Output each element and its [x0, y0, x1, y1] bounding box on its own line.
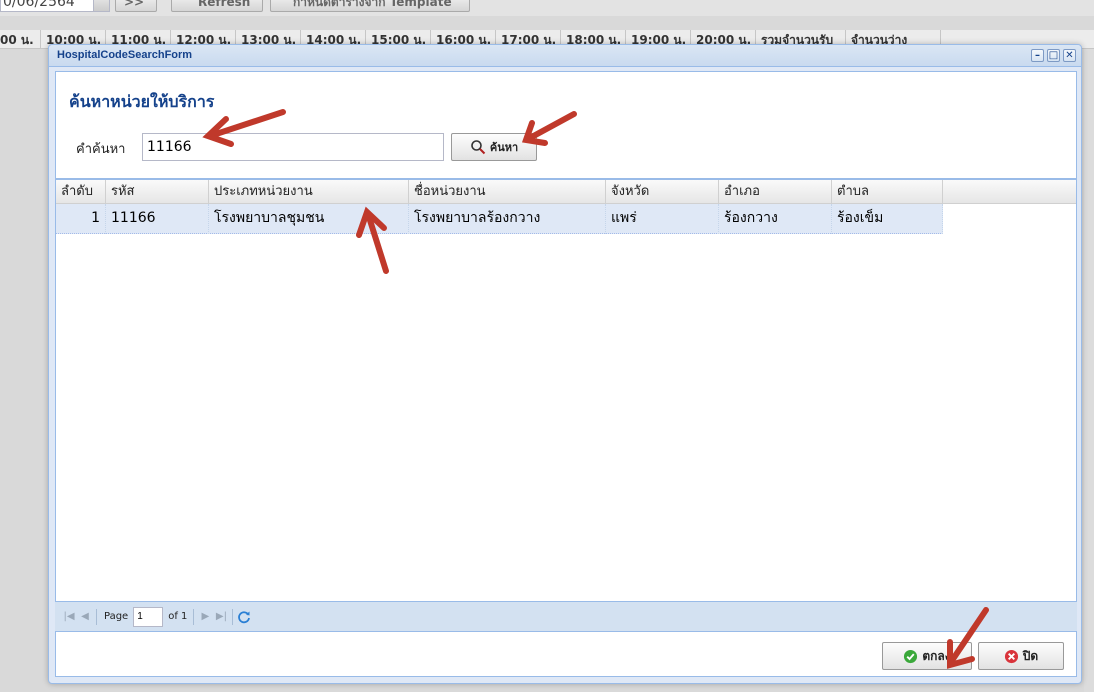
maximize-icon[interactable]: □ — [1047, 49, 1060, 62]
results-grid: ลำดับ รหัส ประเภทหน่วยงาน ชื่อหน่วยงาน จ… — [55, 179, 1077, 631]
background-next-button[interactable]: >> — [115, 0, 157, 12]
table-row[interactable]: 1 11166 โรงพยาบาลชุมชน โรงพยาบาลร้องกวาง… — [56, 204, 943, 234]
background-date-trigger[interactable] — [93, 0, 110, 12]
close-button[interactable]: ปิด — [978, 642, 1064, 670]
search-panel: ค้นหาหน่วยให้บริการ คำค้นหา ค้นหา — [55, 71, 1077, 179]
cell-name: โรงพยาบาลร้องกวาง — [409, 204, 606, 234]
window-header[interactable]: HospitalCodeSearchForm – □ ✕ — [49, 45, 1081, 67]
background-refresh-label: Refresh — [198, 0, 251, 9]
last-page-icon[interactable]: ▶| — [213, 609, 229, 625]
window-footer: ตกลง ปิด — [55, 631, 1077, 677]
first-page-icon[interactable]: |◀ — [61, 609, 77, 625]
ok-button[interactable]: ตกลง — [882, 642, 972, 670]
cell-province: แพร่ — [606, 204, 719, 234]
cell-district: ร้องกวาง — [719, 204, 832, 234]
paging-toolbar: |◀ ◀ Page of 1 ▶ ▶| — [55, 601, 1077, 631]
next-page-icon[interactable]: ▶ — [197, 609, 213, 625]
column-header-subdistrict[interactable]: ตำบล — [832, 180, 943, 204]
search-button-label: ค้นหา — [489, 141, 519, 154]
column-header-no[interactable]: ลำดับ — [56, 180, 106, 204]
column-header-name[interactable]: ชื่อหน่วยงาน — [409, 180, 606, 204]
cell-type: โรงพยาบาลชุมชน — [209, 204, 409, 234]
background-template-label: กำหนดตารางจาก Template — [293, 0, 452, 9]
minimize-icon[interactable]: – — [1031, 49, 1044, 62]
search-input[interactable] — [142, 133, 444, 161]
prev-page-icon[interactable]: ◀ — [77, 609, 93, 625]
pager-separator — [232, 608, 234, 625]
check-icon — [904, 649, 918, 663]
pager-separator — [193, 608, 195, 625]
search-button[interactable]: ค้นหา — [451, 133, 537, 161]
cancel-icon — [1004, 649, 1018, 663]
background-template-button[interactable]: กำหนดตารางจาก Template — [270, 0, 470, 12]
column-header-province[interactable]: จังหวัด — [606, 180, 719, 204]
cell-code: 11166 — [106, 204, 209, 234]
column-header-district[interactable]: อำเภอ — [719, 180, 832, 204]
hour-col: 00 น. — [0, 30, 41, 48]
hospital-code-search-window: HospitalCodeSearchForm – □ ✕ ค้นหาหน่วยใ… — [48, 44, 1082, 684]
page-number-input[interactable] — [133, 606, 164, 627]
background-toolbar: 0/06/2564 >> Refresh กำหนดตารางจาก Templ… — [0, 0, 1094, 16]
refresh-icon[interactable] — [236, 609, 252, 625]
background-refresh-button[interactable]: Refresh — [171, 0, 263, 12]
ok-button-label: ตกลง — [922, 648, 951, 663]
cell-no: 1 — [56, 204, 106, 234]
search-icon — [471, 140, 486, 155]
cell-subdistrict: ร้องเข็ม — [832, 204, 943, 234]
close-icon[interactable]: ✕ — [1063, 49, 1076, 62]
page-title: ค้นหาหน่วยให้บริการ — [69, 92, 215, 111]
grid-header: ลำดับ รหัส ประเภทหน่วยงาน ชื่อหน่วยงาน จ… — [56, 180, 1076, 204]
pager-separator — [96, 608, 97, 625]
page-count-label: of 1 — [168, 611, 188, 622]
search-label: คำค้นหา — [76, 142, 126, 157]
column-header-code[interactable]: รหัส — [106, 180, 209, 204]
column-header-type[interactable]: ประเภทหน่วยงาน — [209, 180, 409, 204]
window-title: HospitalCodeSearchForm — [57, 49, 193, 61]
close-button-label: ปิด — [1022, 648, 1039, 663]
page-label: Page — [104, 611, 129, 622]
background-side-area — [1084, 49, 1094, 692]
